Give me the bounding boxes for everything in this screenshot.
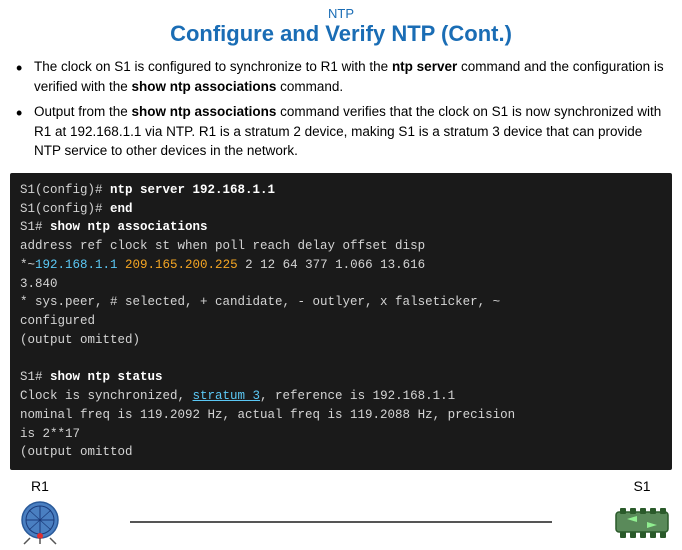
r1-label: R1 [31,478,49,494]
terminal-line-3: S1# show ntp associations [20,218,662,237]
bullet-dot-2: • [16,102,34,125]
bullet-text-2: Output from the show ntp associations co… [34,102,666,161]
connection-line [130,521,552,523]
bullet-text-1: The clock on S1 is configured to synchro… [34,57,666,96]
terminal-line-13: is 2**17 [20,425,662,444]
terminal-line-14: (output omittod [20,443,662,462]
terminal-line-10: S1# show ntp status [20,368,662,387]
bullet-dot-1: • [16,57,34,80]
terminal-line-1: S1(config)# ntp server 192.168.1.1 [20,181,662,200]
device-s1: S1 [612,478,672,546]
terminal-line-9: (output omitted) [20,331,662,350]
terminal-line-4: address ref clock st when poll reach del… [20,237,662,256]
page-header: NTP Configure and Verify NTP (Cont.) [0,0,682,51]
line-segment [130,521,552,523]
terminal-line-2: S1(config)# end [20,200,662,219]
header-title: Configure and Verify NTP (Cont.) [16,21,666,47]
terminal-line-6: 3.840 [20,275,662,294]
terminal-blank [20,350,662,369]
terminal-line-8: configured [20,312,662,331]
terminal-line-11: Clock is synchronized, stratum 3, refere… [20,387,662,406]
terminal-line-7: * sys.peer, # selected, + candidate, - o… [20,293,662,312]
terminal-line-5: *~192.168.1.1 209.165.200.225 2 12 64 37… [20,256,662,275]
s1-label: S1 [633,478,650,494]
terminal-block: S1(config)# ntp server 192.168.1.1 S1(co… [10,173,672,470]
switch-icon [612,498,672,546]
bullet-item-1: • The clock on S1 is configured to synch… [16,57,666,96]
bullet-item-2: • Output from the show ntp associations … [16,102,666,161]
router-icon [10,498,70,546]
terminal-line-12: nominal freq is 119.2092 Hz, actual freq… [20,406,662,425]
network-diagram: R1 S1 [0,470,682,550]
header-subtitle: NTP [16,6,666,21]
device-r1: R1 [10,478,70,546]
bullet-list: • The clock on S1 is configured to synch… [0,51,682,173]
